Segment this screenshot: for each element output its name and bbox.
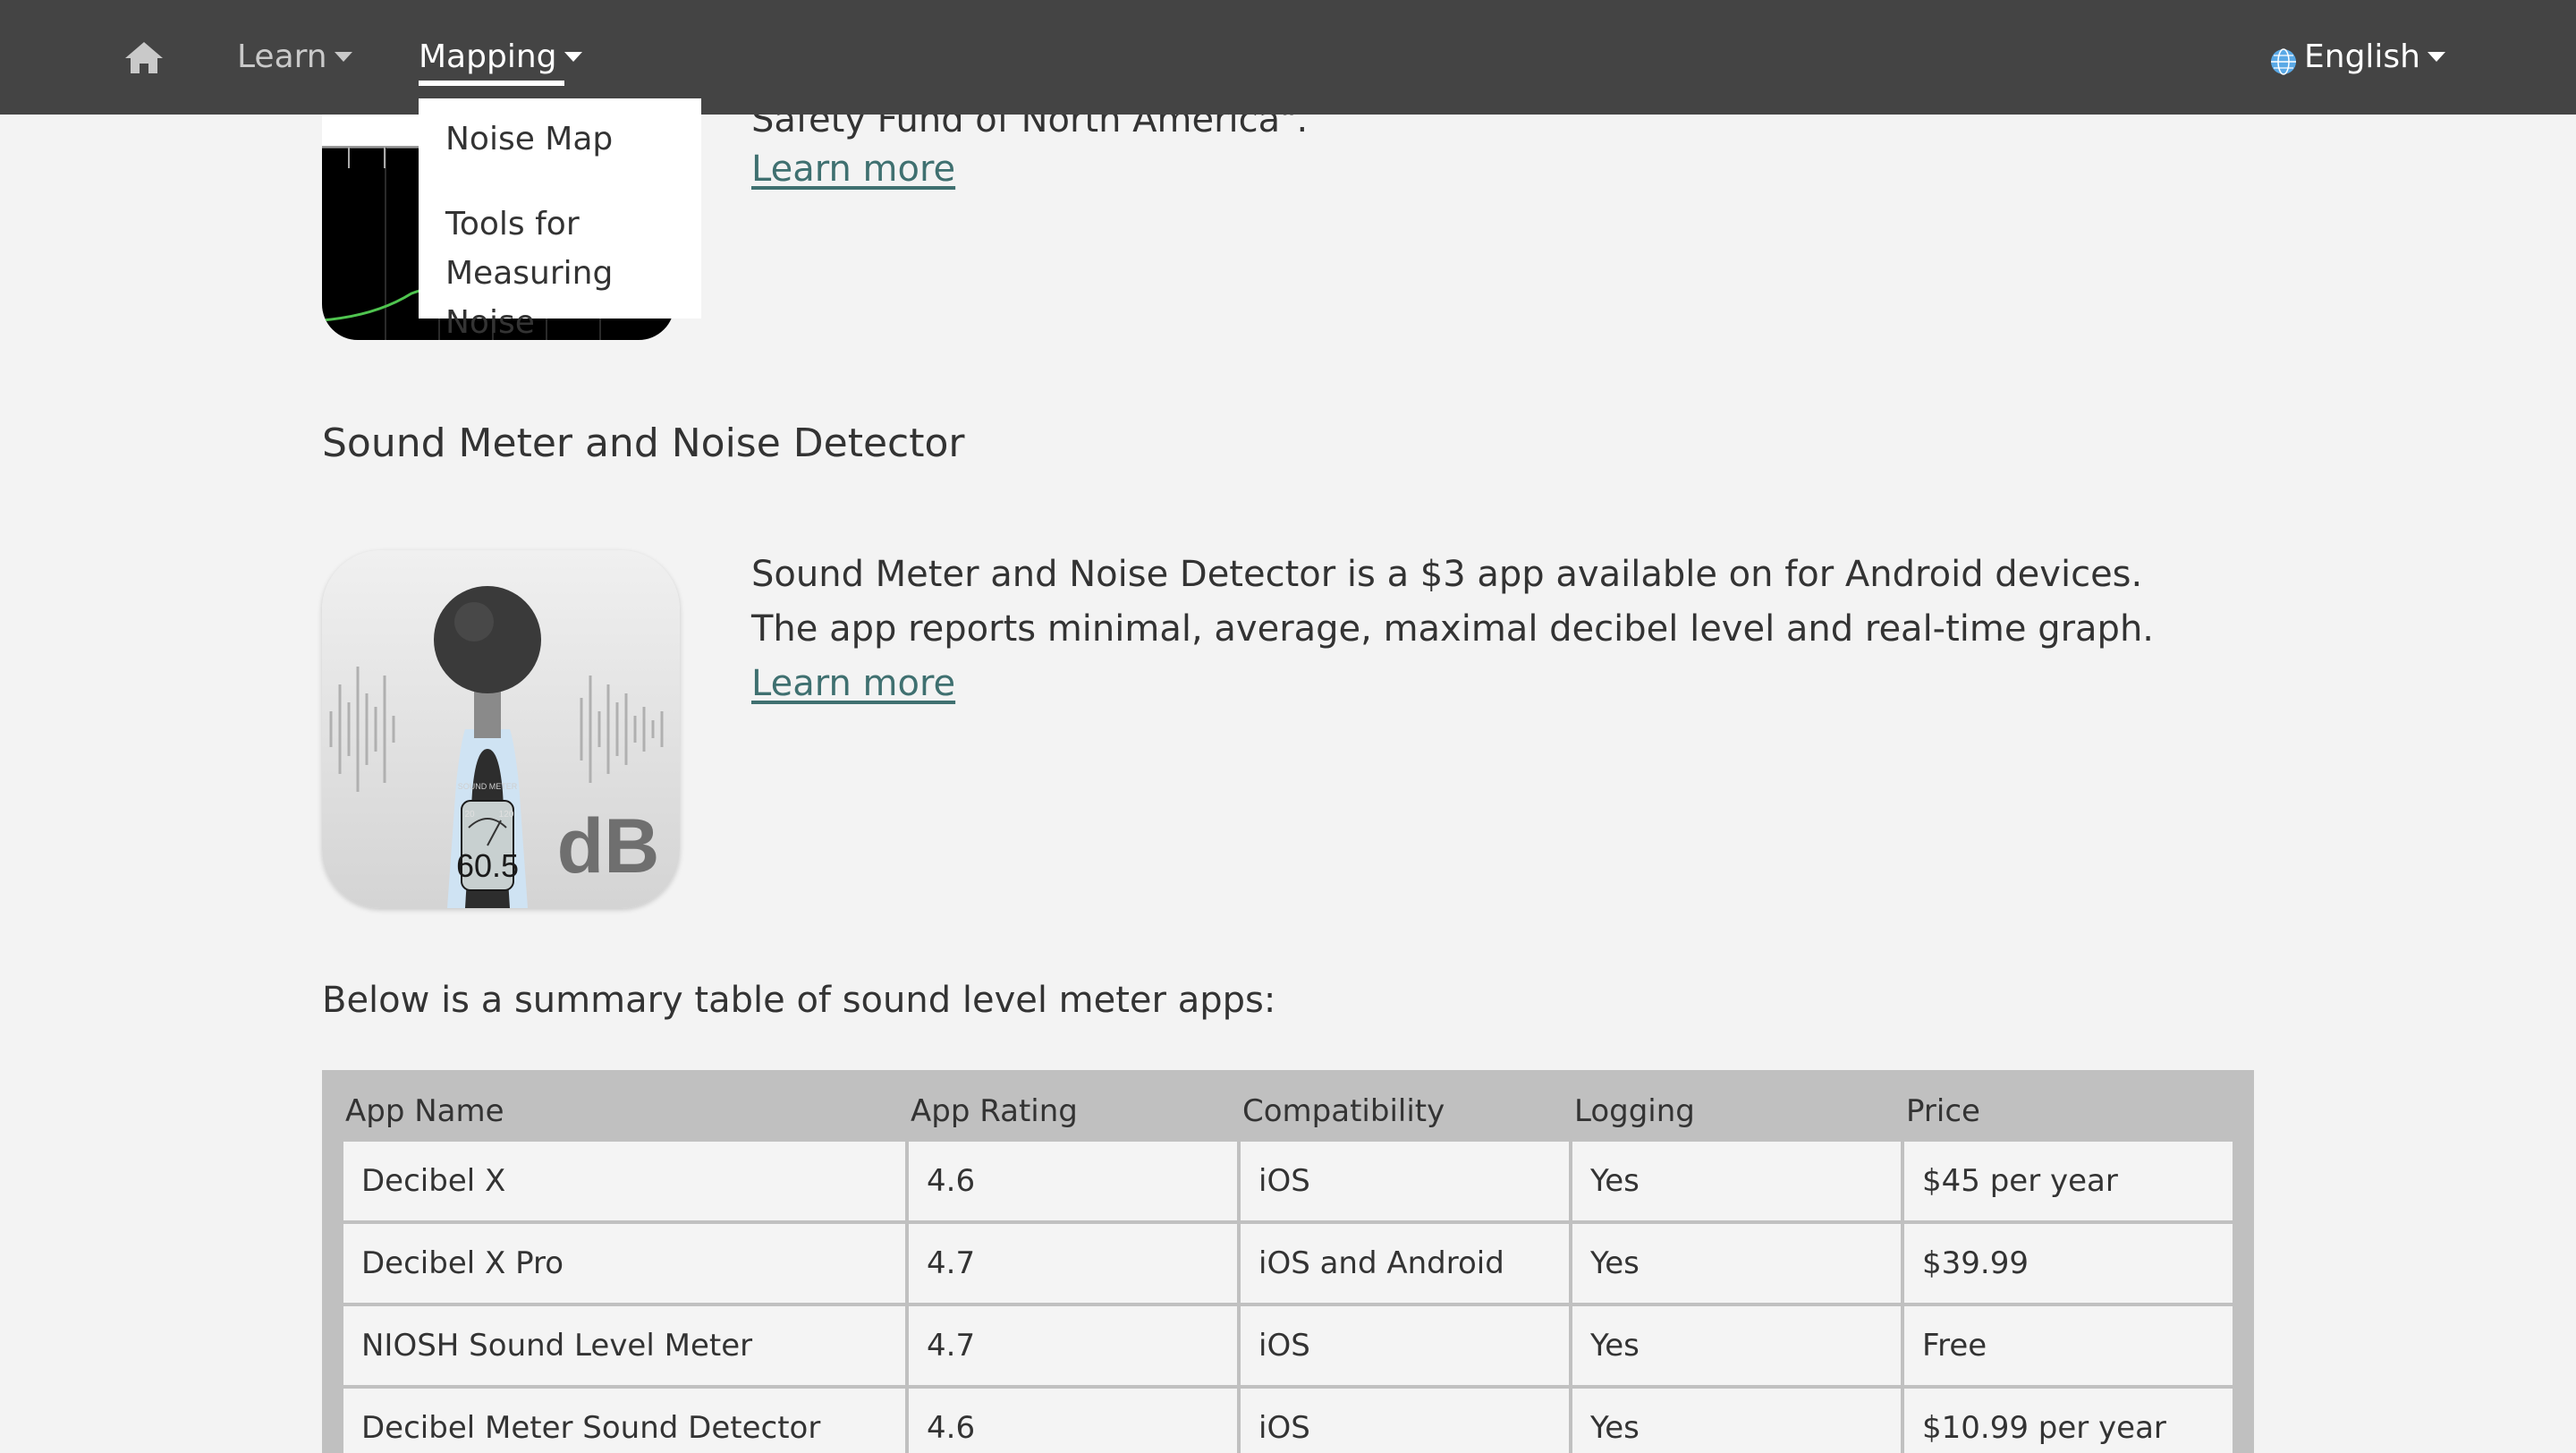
table-cell: Yes bbox=[1572, 1224, 1901, 1303]
globe-icon bbox=[2270, 42, 2297, 75]
active-nav-underline bbox=[419, 81, 564, 86]
chevron-down-icon bbox=[564, 51, 582, 62]
table-cell: Decibel Meter Sound Detector bbox=[343, 1389, 905, 1453]
icon-scale-low: 20 bbox=[464, 810, 475, 820]
table-cell: iOS bbox=[1241, 1389, 1569, 1453]
table-cell: 4.6 bbox=[909, 1389, 1237, 1453]
table-cell: 4.6 bbox=[909, 1142, 1237, 1220]
table-cell: NIOSH Sound Level Meter bbox=[343, 1306, 905, 1385]
app-description: Sound Meter and Noise Detector is a $3 a… bbox=[751, 554, 2155, 650]
table-header-price: Price bbox=[1906, 1093, 1980, 1129]
learn-more-link-previous[interactable]: Learn more bbox=[751, 149, 955, 190]
table-cell: Yes bbox=[1572, 1142, 1901, 1220]
icon-meter-label: SOUND METER bbox=[458, 782, 518, 791]
chevron-down-icon bbox=[334, 51, 352, 62]
table-cell: Yes bbox=[1572, 1389, 1901, 1453]
language-selector[interactable]: English bbox=[2270, 34, 2445, 81]
sound-meter-app-icon: SOUND METER 20 120 60.5 dB bbox=[322, 550, 680, 908]
table-header-app-rating: App Rating bbox=[911, 1093, 1078, 1129]
table-header-app-name: App Name bbox=[345, 1093, 504, 1129]
apps-summary-table: App Name App Rating Compatibility Loggin… bbox=[322, 1070, 2254, 1453]
nav-learn-label: Learn bbox=[237, 38, 327, 75]
section-title: Sound Meter and Noise Detector bbox=[322, 421, 965, 466]
table-cell: 4.7 bbox=[909, 1224, 1237, 1303]
table-cell: $39.99 bbox=[1904, 1224, 2233, 1303]
table-cell: $45 per year bbox=[1904, 1142, 2233, 1220]
home-icon[interactable] bbox=[123, 39, 165, 75]
learn-more-link[interactable]: Learn more bbox=[751, 663, 955, 704]
icon-scale-high: 120 bbox=[499, 810, 514, 820]
table-cell: $10.99 per year bbox=[1904, 1389, 2233, 1453]
nav-learn-menu[interactable]: Learn bbox=[237, 34, 352, 81]
language-label: English bbox=[2304, 38, 2420, 75]
chevron-down-icon bbox=[2428, 51, 2445, 62]
table-cell: Yes bbox=[1572, 1306, 1901, 1385]
dropdown-item-tools-line1: Tools for bbox=[445, 206, 580, 242]
dropdown-item-noise-map[interactable]: Noise Map bbox=[419, 115, 701, 164]
table-cell: Decibel X bbox=[343, 1142, 905, 1220]
summary-intro-text: Below is a summary table of sound level … bbox=[322, 980, 1276, 1021]
dropdown-item-tools[interactable]: Tools for Measuring Noise bbox=[419, 200, 701, 347]
icon-db-text: dB bbox=[557, 803, 660, 889]
nav-mapping-menu[interactable]: Mapping bbox=[419, 34, 582, 81]
table-header-logging: Logging bbox=[1574, 1093, 1695, 1129]
table-header-compatibility: Compatibility bbox=[1242, 1093, 1445, 1129]
mapping-dropdown-menu: Noise Map Tools for Measuring Noise bbox=[419, 98, 701, 341]
dropdown-item-tools-line2: Measuring Noise bbox=[445, 255, 614, 341]
top-navbar: Learn Mapping English bbox=[0, 0, 2576, 115]
table-cell: 4.7 bbox=[909, 1306, 1237, 1385]
table-cell: Free bbox=[1904, 1306, 2233, 1385]
nav-mapping-label: Mapping bbox=[419, 38, 557, 75]
icon-reading: 60.5 bbox=[456, 847, 519, 884]
table-cell: iOS and Android bbox=[1241, 1224, 1569, 1303]
table-cell: iOS bbox=[1241, 1306, 1569, 1385]
table-cell: iOS bbox=[1241, 1142, 1569, 1220]
table-cell: Decibel X Pro bbox=[343, 1224, 905, 1303]
